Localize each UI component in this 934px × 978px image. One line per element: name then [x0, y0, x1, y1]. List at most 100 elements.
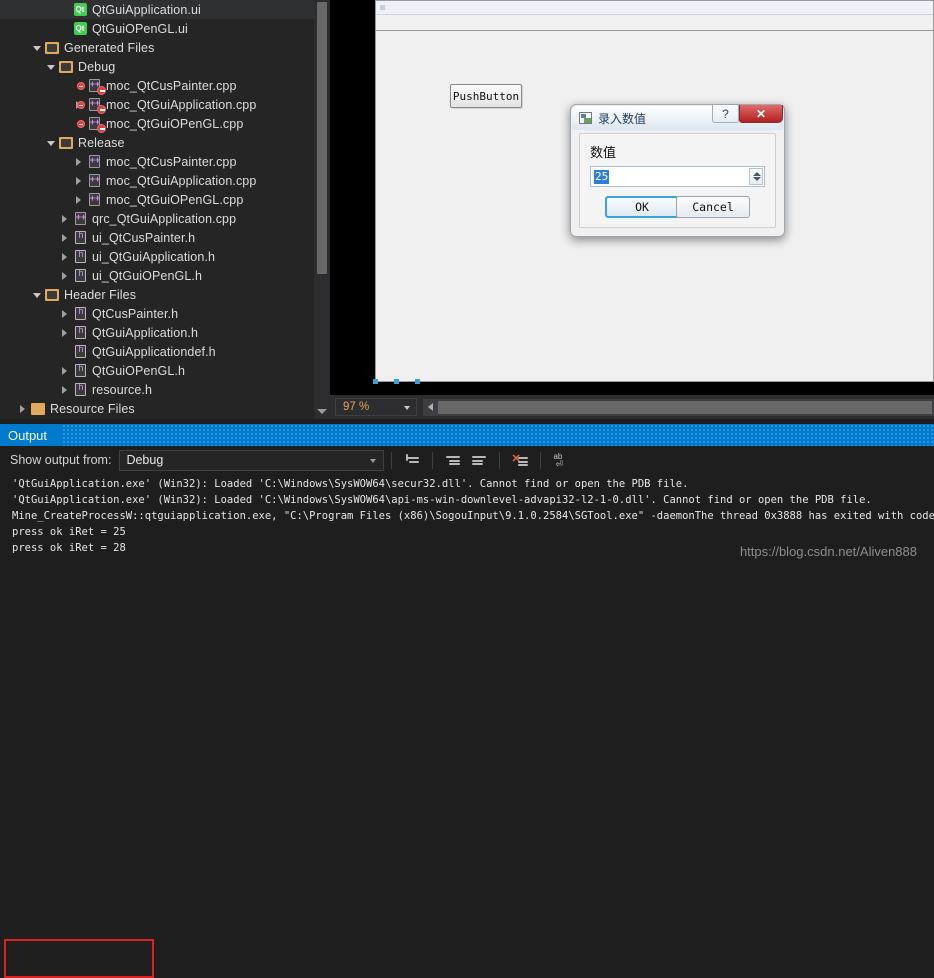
tree-item-label: resource.h [92, 382, 153, 397]
tree-item[interactable]: QtGuiApplicationdef.h [0, 342, 314, 361]
go-to-previous-message-icon[interactable] [443, 450, 463, 470]
chevron-down-icon[interactable] [30, 38, 43, 57]
output-toolbar[interactable]: Show output from: Debug ✕ ab ⏎ [0, 446, 934, 474]
tree-item[interactable]: Release [0, 133, 314, 152]
tree-item[interactable]: Generated Files [0, 38, 314, 57]
chevron-right-icon[interactable] [58, 228, 71, 247]
tree-item-label: moc_QtCusPainter.cpp [106, 78, 237, 93]
input-value-dialog[interactable]: 录入数值 ? ✕ 数值 25 OK Cancel [570, 104, 785, 237]
toolbar-separator [540, 451, 542, 469]
output-source-dropdown[interactable]: Debug [119, 449, 385, 471]
designer-status-bar[interactable]: 97 % [330, 395, 934, 419]
clear-all-icon[interactable]: ✕ [510, 450, 530, 470]
go-to-next-message-icon[interactable] [469, 450, 489, 470]
ok-button[interactable]: OK [605, 196, 679, 218]
tree-item-label: QtGuiApplicationdef.h [92, 344, 216, 359]
tree-item[interactable]: ui_QtGuiOPenGL.h [0, 266, 314, 285]
tree-item[interactable]: QtCusPainter.h [0, 304, 314, 323]
tree-item[interactable]: QtGuiApplication.h [0, 323, 314, 342]
tree-item[interactable]: ui_QtGuiApplication.h [0, 247, 314, 266]
scroll-down-arrow-icon[interactable] [314, 403, 330, 419]
spinbox-stepper[interactable] [749, 168, 763, 185]
tree-item-label: moc_QtGuiOPenGL.cpp [106, 192, 244, 207]
tree-scrollbar-thumb[interactable] [317, 2, 327, 274]
selection-handle[interactable] [415, 379, 420, 384]
toggle-word-wrap-icon[interactable]: ab ⏎ [551, 450, 571, 470]
spinner-up-icon[interactable] [753, 172, 761, 176]
tree-item[interactable]: moc_QtGuiOPenGL.cpp [0, 114, 314, 133]
find-message-in-code-icon[interactable] [402, 450, 422, 470]
form-menubar [376, 16, 933, 31]
tree-item[interactable]: resource.h [0, 380, 314, 399]
tree-item-label: moc_QtCusPainter.cpp [106, 154, 237, 169]
folder-icon [29, 401, 47, 417]
solution-tree[interactable]: Qt QtGuiApplication.ui Qt QtGuiOPenGL.ui Gen… [0, 0, 314, 419]
output-panel[interactable]: Output Show output from: Debug ✕ ab ⏎ 'Q… [0, 424, 934, 978]
tree-item[interactable]: Qt QtGuiApplication.ui [0, 0, 314, 19]
tree-item[interactable]: Debug [0, 57, 314, 76]
help-button[interactable]: ? [712, 105, 739, 123]
tree-item-label: Debug [78, 59, 116, 74]
tree-item[interactable]: QtGuiOPenGL.h [0, 361, 314, 380]
chevron-right-icon[interactable] [72, 171, 85, 190]
tree-item[interactable]: moc_QtCusPainter.cpp [0, 76, 314, 95]
solution-explorer-panel[interactable]: Qt QtGuiApplication.ui Qt QtGuiOPenGL.ui Gen… [0, 0, 330, 419]
header-file-icon [71, 249, 89, 265]
designer-scrollbar-thumb[interactable] [438, 400, 932, 414]
toolbar-separator [499, 451, 501, 469]
chevron-right-icon[interactable] [72, 152, 85, 171]
tree-item[interactable]: moc_QtGuiOPenGL.cpp [0, 190, 314, 209]
tree-vertical-scrollbar[interactable] [314, 0, 330, 419]
qt-ui-file-icon: Qt [71, 2, 89, 18]
form-titlebar [376, 1, 933, 15]
tree-item[interactable]: Header Files [0, 285, 314, 304]
tree-item-label: QtGuiApplication.ui [92, 2, 201, 17]
output-panel-titlebar[interactable]: Output [0, 424, 934, 446]
chevron-down-icon[interactable] [44, 133, 57, 152]
chevron-right-icon[interactable] [58, 304, 71, 323]
scroll-left-arrow-icon[interactable] [423, 399, 437, 416]
tree-item[interactable]: Qt QtGuiOPenGL.ui [0, 19, 314, 38]
chevron-right-icon[interactable] [58, 361, 71, 380]
push-button[interactable]: PushButton [450, 84, 522, 108]
tree-item[interactable]: qrc_QtGuiApplication.cpp [0, 209, 314, 228]
chevron-right-icon[interactable] [58, 380, 71, 399]
value-spinbox[interactable]: 25 [590, 166, 765, 187]
tree-item[interactable]: Resource Files [0, 399, 314, 418]
generated-folder-icon [57, 59, 75, 75]
tree-item-label: QtCusPainter.h [92, 306, 179, 321]
chevron-right-icon[interactable] [58, 266, 71, 285]
selection-handle[interactable] [373, 379, 378, 384]
tree-item[interactable]: moc_QtCusPainter.cpp [0, 152, 314, 171]
cpp-file-icon [77, 97, 106, 114]
chevron-right-icon[interactable] [16, 399, 29, 418]
tree-item[interactable]: ui_QtCusPainter.h [0, 228, 314, 247]
spinner-down-icon[interactable] [753, 177, 761, 181]
tree-item-label: Release [78, 135, 125, 150]
tree-item-label: moc_QtGuiOPenGL.cpp [106, 116, 244, 131]
tree-item-label: QtGuiApplication.h [92, 325, 199, 340]
error-indicator-icon [77, 119, 85, 128]
cpp-file-icon [85, 192, 103, 208]
spinbox-value[interactable]: 25 [594, 170, 610, 184]
designer-horizontal-scrollbar[interactable] [423, 398, 934, 416]
chevron-down-icon[interactable] [44, 57, 57, 76]
zoom-level-dropdown[interactable]: 97 % [335, 398, 417, 416]
generated-folder-icon [43, 40, 61, 56]
chevron-right-icon[interactable] [58, 209, 71, 228]
chevron-down-icon[interactable] [30, 285, 43, 304]
chevron-right-icon[interactable] [58, 323, 71, 342]
tree-item[interactable]: moc_QtGuiApplication.cpp [0, 171, 314, 190]
chevron-right-icon[interactable] [58, 247, 71, 266]
tree-item[interactable]: moc_QtGuiApplication.cpp [0, 95, 314, 114]
selection-handle[interactable] [394, 379, 399, 384]
output-line: 'QtGuiApplication.exe' (Win32): Loaded '… [12, 494, 872, 506]
cpp-file-icon [85, 173, 103, 189]
error-indicator-icon [77, 100, 85, 109]
close-button[interactable]: ✕ [739, 105, 783, 123]
highlight-annotation-box [4, 939, 154, 978]
cancel-button[interactable]: Cancel [676, 196, 750, 218]
chevron-right-icon[interactable] [72, 190, 85, 209]
